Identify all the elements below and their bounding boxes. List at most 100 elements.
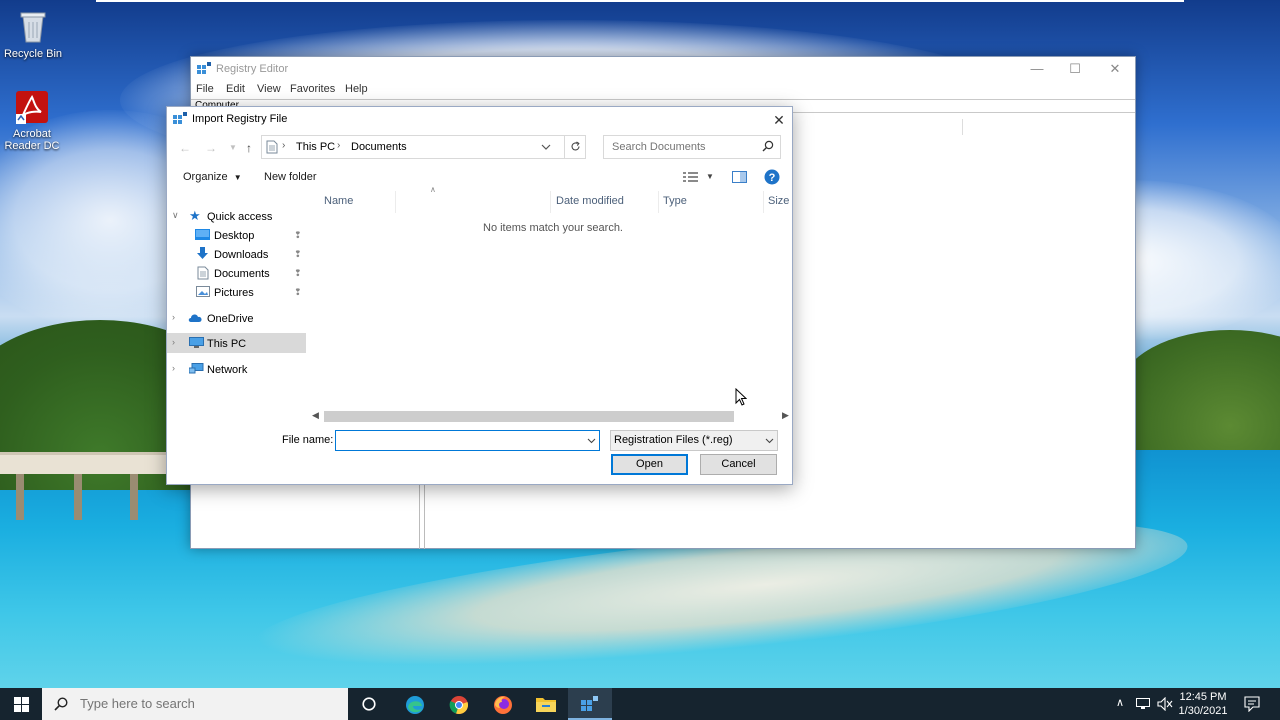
tree-item-quick-access[interactable]: ∨ ★ Quick access <box>167 207 307 225</box>
tree-item-this-pc[interactable]: › This PC <box>167 333 306 353</box>
titlebar[interactable]: Registry Editor — ☐ ✕ <box>191 57 1135 81</box>
wallpaper-island <box>1120 330 1280 450</box>
up-button[interactable]: ↑ <box>239 139 259 157</box>
chevron-down-icon[interactable]: ▼ <box>706 172 714 181</box>
dialog-close-button[interactable]: ✕ <box>767 110 791 130</box>
documents-icon <box>197 266 209 280</box>
search-box[interactable] <box>603 135 781 159</box>
acrobat-icon <box>16 91 48 124</box>
windows-start-icon[interactable] <box>14 697 29 712</box>
tree-item-pictures[interactable]: Pictures ❢ <box>167 283 307 301</box>
clock-date: 1/30/2021 <box>1178 705 1228 717</box>
organize-button[interactable]: Organize ▼ <box>183 171 242 183</box>
tree-item-documents[interactable]: Documents ❢ <box>167 264 307 282</box>
forward-button[interactable]: → <box>201 139 221 157</box>
tree-item-network[interactable]: › Network <box>167 360 307 378</box>
pin-icon: ❢ <box>294 230 302 240</box>
view-options-icon[interactable] <box>683 171 699 183</box>
column-separator[interactable] <box>550 191 551 213</box>
chevron-down-icon[interactable]: ∨ <box>172 210 179 221</box>
file-name-input[interactable] <box>339 432 579 449</box>
show-hidden-icons-icon[interactable]: ∧ <box>1116 696 1124 709</box>
chevron-right-icon[interactable]: › <box>172 337 175 347</box>
back-button[interactable]: ← <box>175 139 195 157</box>
empty-message: No items match your search. <box>483 222 623 234</box>
import-registry-dialog[interactable]: Import Registry File ✕ ← → ▼ ↑ › This PC… <box>166 106 793 485</box>
breadcrumb-documents[interactable]: Documents <box>351 141 407 153</box>
search-icon[interactable] <box>762 140 774 152</box>
breadcrumb-this-pc[interactable]: This PC <box>296 141 335 153</box>
taskbar-edge[interactable] <box>393 688 437 720</box>
file-type-select[interactable]: Registration Files (*.reg) <box>610 430 778 451</box>
search-icon <box>54 697 68 711</box>
taskbar-firefox[interactable] <box>481 688 525 720</box>
preview-pane-icon[interactable] <box>732 171 747 183</box>
taskbar-clock[interactable]: 12:45 PM 1/30/2021 <box>1168 690 1238 718</box>
minimize-button[interactable]: — <box>1017 59 1057 79</box>
cancel-button[interactable]: Cancel <box>700 454 777 475</box>
pin-icon: ❢ <box>294 268 302 278</box>
documents-icon <box>266 140 278 154</box>
pane-splitter[interactable] <box>419 485 425 549</box>
column-name[interactable]: Name <box>324 195 353 207</box>
column-separator[interactable] <box>395 191 396 213</box>
maximize-button[interactable]: ☐ <box>1055 59 1095 79</box>
scrollbar-thumb[interactable] <box>324 411 734 422</box>
column-type[interactable]: Type <box>663 195 687 207</box>
taskbar-search-input[interactable] <box>78 695 338 712</box>
tree-item-onedrive[interactable]: › OneDrive <box>167 309 307 327</box>
column-date-modified[interactable]: Date modified <box>556 195 624 207</box>
desktop-icon-recycle-bin[interactable]: Recycle Bin <box>0 8 66 60</box>
chevron-right-icon[interactable]: › <box>172 363 175 373</box>
horizontal-scrollbar[interactable]: ◀ ▶ <box>310 408 793 425</box>
new-folder-button[interactable]: New folder <box>264 171 317 183</box>
tree-item-desktop[interactable]: Desktop ❢ <box>167 226 307 244</box>
recycle-bin-icon <box>20 12 46 43</box>
address-bar[interactable]: › This PC › Documents <box>261 135 586 159</box>
network-tray-icon[interactable] <box>1136 698 1152 710</box>
column-size[interactable]: Size <box>768 195 789 207</box>
taskbar-file-explorer[interactable] <box>524 688 568 720</box>
computer-icon <box>189 337 204 348</box>
file-explorer-icon <box>536 698 556 712</box>
notifications-icon[interactable] <box>1244 696 1260 712</box>
menubar: File Edit View Favorites Help <box>191 81 1135 97</box>
desktop-icon-label: Acrobat Reader DC <box>4 128 60 152</box>
desktop-icon-acrobat[interactable]: Acrobat Reader DC <box>0 90 64 152</box>
menu-file[interactable]: File <box>196 83 214 95</box>
taskbar-cortana[interactable] <box>348 688 392 720</box>
file-name-combo[interactable] <box>335 430 600 451</box>
taskbar-regedit[interactable] <box>568 688 612 720</box>
tree-item-label: Quick access <box>207 211 273 223</box>
wallpaper-edge <box>96 0 1184 2</box>
menu-edit[interactable]: Edit <box>226 83 245 95</box>
column-separator[interactable] <box>658 191 659 213</box>
taskbar-chrome[interactable] <box>437 688 481 720</box>
taskbar-search-box[interactable] <box>42 688 348 720</box>
menu-view[interactable]: View <box>257 83 281 95</box>
column-separator[interactable] <box>763 191 764 213</box>
wallpaper-pier-post <box>74 474 82 520</box>
star-icon: ★ <box>189 208 201 223</box>
menu-favorites[interactable]: Favorites <box>290 83 335 95</box>
regedit-icon <box>581 696 598 711</box>
clock-time: 12:45 PM <box>1179 691 1227 703</box>
chevron-down-icon[interactable] <box>587 438 596 444</box>
refresh-button[interactable] <box>564 135 586 159</box>
close-button[interactable]: ✕ <box>1095 59 1135 79</box>
mouse-cursor-icon <box>735 388 747 406</box>
chevron-down-icon[interactable] <box>541 144 551 151</box>
dialog-title: Import Registry File <box>192 113 288 125</box>
pictures-icon <box>196 286 210 297</box>
scroll-right-icon[interactable]: ▶ <box>782 410 789 421</box>
tree-item-label: Documents <box>214 268 270 280</box>
search-input[interactable] <box>610 137 760 157</box>
tree-item-downloads[interactable]: Downloads ❢ <box>167 245 307 263</box>
open-button[interactable]: Open <box>611 454 688 475</box>
scroll-left-icon[interactable]: ◀ <box>312 410 319 421</box>
chevron-right-icon[interactable]: › <box>172 312 175 322</box>
help-icon[interactable]: ? <box>764 169 780 185</box>
menu-help[interactable]: Help <box>345 83 368 95</box>
tree-item-label: Pictures <box>214 287 254 299</box>
regedit-icon <box>173 112 187 124</box>
